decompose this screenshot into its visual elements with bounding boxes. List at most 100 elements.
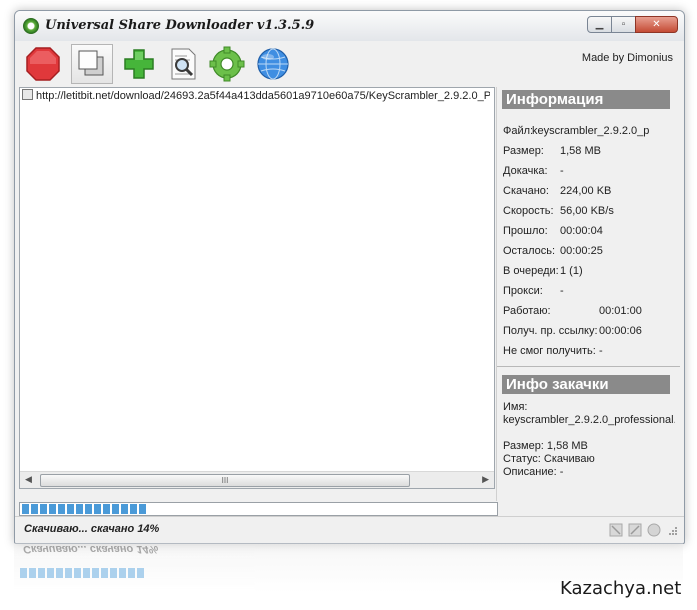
disabled-tool-icon[interactable]	[609, 523, 623, 537]
dl-size: Размер: 1,58 MB	[503, 440, 588, 452]
disabled-link-icon[interactable]	[628, 523, 642, 537]
panel-divider	[497, 366, 680, 367]
list-item[interactable]: http://letitbit.net/download/24693.2a5f4…	[22, 89, 490, 102]
info-row: Скорость: 56,00 KB/s	[503, 205, 614, 217]
progress-segment	[112, 504, 119, 514]
info-row: Докачка: -	[503, 165, 564, 177]
status-bar: Скачиваю... скачано 14%	[15, 516, 684, 543]
progress-segment-reflection	[20, 568, 27, 578]
status-text: Скачиваю... скачано 14%	[24, 523, 160, 535]
progress-segment-reflection	[56, 568, 63, 578]
scroll-right-button[interactable]: ▶	[482, 474, 489, 485]
info-row: Прошло: 00:00:04	[503, 225, 603, 237]
info-label: Прокси:	[503, 285, 543, 297]
info-label: Скорость:	[503, 205, 554, 217]
info-header: Информация	[502, 90, 670, 109]
progress-segment-reflection	[119, 568, 126, 578]
info-row: Размер: 1,58 MB	[503, 145, 601, 157]
progress-segment-reflection	[92, 568, 99, 578]
add-button[interactable]	[121, 46, 157, 82]
minimize-button[interactable]: ▁	[587, 16, 612, 33]
status-text-reflection: Скачиваю... скачано 14%	[23, 543, 159, 555]
download-url: http://letitbit.net/download/24693.2a5f4…	[36, 90, 490, 102]
download-list[interactable]: http://letitbit.net/download/24693.2a5f4…	[19, 87, 495, 489]
watermark-text: Kazachya.net	[560, 578, 682, 599]
maximize-button[interactable]: ▫	[611, 16, 636, 33]
info-label: Размер:	[503, 145, 544, 157]
progress-segment	[85, 504, 92, 514]
download-info-header: Инфо закачки	[502, 375, 670, 394]
settings-icon	[209, 46, 245, 82]
info-row: В очереди: 1 (1)	[503, 265, 583, 277]
info-value: 224,00 KB	[560, 185, 612, 197]
progress-segment-reflection	[83, 568, 90, 578]
progress-segment-reflection	[38, 568, 45, 578]
disabled-status-icon[interactable]	[647, 523, 661, 537]
info-value: -	[560, 285, 564, 297]
info-value: -	[599, 345, 603, 357]
progress-segment	[31, 504, 38, 514]
dl-name-value: keyscrambler_2.9.2.0_professional.	[503, 414, 675, 426]
close-button[interactable]: ✕	[635, 16, 678, 33]
progress-segment	[58, 504, 65, 514]
info-panel: Информация Файл: keyscrambler_2.9.2.0_p Ра…	[496, 87, 680, 501]
dl-name-label: Имя:	[503, 401, 528, 413]
info-label: Работаю:	[503, 305, 551, 317]
progress-segment	[94, 504, 101, 514]
info-row: Файл: keyscrambler_2.9.2.0_p	[503, 125, 649, 137]
progress-segment	[67, 504, 74, 514]
progress-bar	[19, 502, 498, 516]
scroll-thumb[interactable]: III	[40, 474, 410, 487]
info-label: В очереди:	[503, 265, 559, 277]
info-label: Не смог получить:	[503, 345, 596, 357]
progress-segment	[139, 504, 146, 514]
copy-button[interactable]	[71, 44, 113, 84]
globe-icon	[257, 48, 289, 80]
info-row: Работаю: 00:01:00	[503, 305, 642, 317]
progress-segment-reflection	[47, 568, 54, 578]
info-row: Скачано: 224,00 KB	[503, 185, 611, 197]
horizontal-scrollbar[interactable]: ◀ III ▶	[20, 471, 494, 488]
info-value: 00:00:25	[560, 245, 603, 257]
info-value: 1,58 MB	[560, 145, 601, 157]
stop-icon	[26, 47, 60, 81]
info-label: Файл:	[503, 125, 534, 137]
progress-segment	[49, 504, 56, 514]
progress-segment-reflection	[137, 568, 144, 578]
preview-icon	[171, 48, 196, 80]
add-icon	[124, 49, 154, 79]
progress-segment	[121, 504, 128, 514]
stop-button[interactable]	[25, 46, 61, 82]
info-value: keyscrambler_2.9.2.0_p	[532, 125, 650, 137]
info-label: Получ. пр. ссылку:	[503, 325, 598, 337]
progress-segment	[130, 504, 137, 514]
info-value: 56,00 KB/s	[560, 205, 614, 217]
info-value: 00:00:04	[560, 225, 603, 237]
info-label: Осталось:	[503, 245, 556, 257]
progress-segment-reflection	[29, 568, 36, 578]
progress-segment-reflection	[65, 568, 72, 578]
progress-segment-reflection	[128, 568, 135, 578]
info-value: 1 (1)	[560, 265, 583, 277]
resize-grip-icon[interactable]	[666, 523, 678, 537]
item-checkbox[interactable]	[22, 89, 33, 100]
info-label: Прошло:	[503, 225, 548, 237]
dl-status: Статус: Скачиваю	[503, 453, 595, 465]
title-bar[interactable]: Universal Share Downloader v1.3.5.9 ▁ ▫ …	[15, 11, 684, 41]
app-icon	[23, 18, 39, 34]
progress-segment	[76, 504, 83, 514]
preview-button[interactable]	[165, 46, 201, 82]
progress-segment-reflection	[74, 568, 81, 578]
window-title: Universal Share Downloader v1.3.5.9	[45, 18, 315, 33]
progress-segment-reflection	[110, 568, 117, 578]
settings-button[interactable]	[209, 46, 245, 82]
info-value: -	[560, 165, 564, 177]
toolbar: Made by Dimonius	[19, 42, 679, 86]
progress-segment-reflection	[101, 568, 108, 578]
info-label: Скачано:	[503, 185, 549, 197]
info-row: Получ. пр. ссылку: 00:00:06	[503, 325, 642, 337]
info-row: Осталось: 00:00:25	[503, 245, 603, 257]
globe-button[interactable]	[255, 46, 291, 82]
progress-reflection	[18, 567, 495, 579]
scroll-left-button[interactable]: ◀	[25, 474, 32, 485]
